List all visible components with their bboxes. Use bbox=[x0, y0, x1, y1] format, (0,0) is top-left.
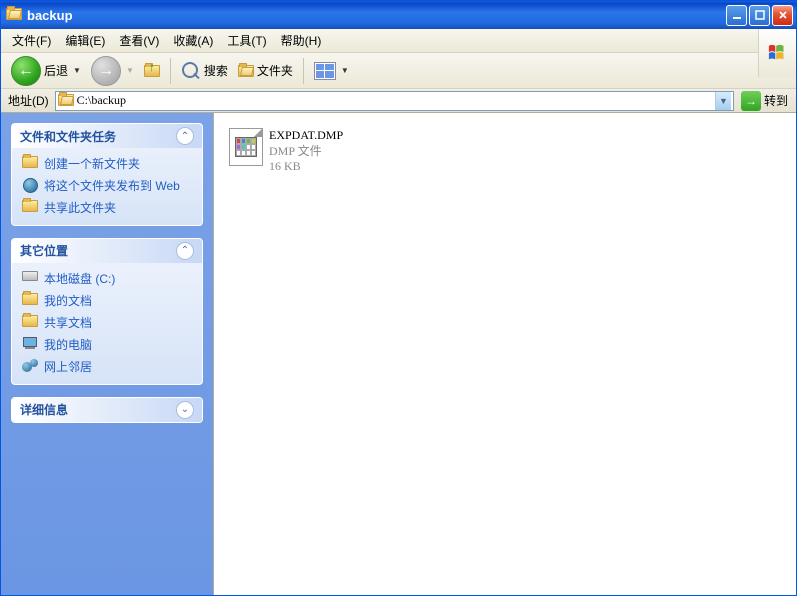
file-list-area[interactable]: EXPDAT.DMP DMP 文件 16 KB bbox=[213, 113, 796, 595]
up-button[interactable]: ↑ bbox=[140, 63, 164, 79]
back-icon: ← bbox=[11, 56, 41, 86]
panel-title: 文件和文件夹任务 bbox=[20, 128, 116, 145]
menu-bar: 文件(F) 编辑(E) 查看(V) 收藏(A) 工具(T) 帮助(H) bbox=[1, 29, 796, 53]
globe-icon bbox=[22, 178, 38, 193]
window-title: backup bbox=[27, 8, 726, 23]
maximize-button[interactable] bbox=[749, 5, 770, 26]
task-publish-web[interactable]: 将这个文件夹发布到 Web bbox=[22, 178, 192, 194]
panel-other-places: 其它位置 ⌃ 本地磁盘 (C:) 我的文档 共享文档 我的电脑 网上邻居 bbox=[11, 238, 203, 385]
drive-icon bbox=[22, 271, 38, 281]
task-label: 我的电脑 bbox=[44, 337, 92, 353]
task-label: 网上邻居 bbox=[44, 359, 92, 375]
back-button[interactable]: ← 后退 ▼ bbox=[7, 54, 85, 88]
collapse-icon: ⌃ bbox=[176, 127, 194, 145]
folder-icon bbox=[22, 315, 38, 327]
search-label: 搜索 bbox=[204, 62, 228, 79]
window-buttons bbox=[726, 5, 793, 26]
menu-tools[interactable]: 工具(T) bbox=[220, 30, 273, 51]
folder-icon bbox=[58, 94, 74, 108]
task-label: 共享此文件夹 bbox=[44, 200, 116, 216]
go-icon: → bbox=[741, 91, 761, 111]
chevron-down-icon: ▼ bbox=[73, 66, 81, 75]
folders-button[interactable]: 文件夹 bbox=[234, 60, 297, 81]
separator bbox=[303, 58, 304, 84]
panel-title: 详细信息 bbox=[20, 401, 68, 418]
file-item[interactable]: EXPDAT.DMP DMP 文件 16 KB bbox=[226, 125, 426, 178]
network-icon bbox=[22, 359, 38, 373]
address-bar: 地址(D) ▼ → 转到 bbox=[1, 89, 796, 113]
expand-icon: ⌄ bbox=[176, 401, 194, 419]
back-label: 后退 bbox=[44, 62, 68, 79]
task-label: 创建一个新文件夹 bbox=[44, 156, 140, 172]
folders-icon bbox=[238, 65, 254, 77]
task-label: 将这个文件夹发布到 Web bbox=[44, 178, 180, 194]
panel-body: 创建一个新文件夹 将这个文件夹发布到 Web 共享此文件夹 bbox=[12, 148, 202, 225]
panel-header[interactable]: 其它位置 ⌃ bbox=[12, 239, 202, 263]
folder-icon bbox=[22, 293, 38, 305]
task-label: 共享文档 bbox=[44, 315, 92, 331]
address-input[interactable] bbox=[77, 93, 715, 108]
panel-title: 其它位置 bbox=[20, 242, 68, 259]
search-icon bbox=[181, 61, 201, 81]
go-button[interactable]: → 转到 bbox=[737, 91, 792, 111]
panel-header[interactable]: 文件和文件夹任务 ⌃ bbox=[12, 124, 202, 148]
computer-icon bbox=[22, 337, 38, 349]
windows-flag-icon bbox=[758, 29, 796, 77]
search-button[interactable]: 搜索 bbox=[177, 59, 232, 83]
views-button[interactable]: ▼ bbox=[310, 60, 353, 82]
forward-button[interactable]: → ▼ bbox=[87, 54, 138, 88]
forward-icon: → bbox=[91, 56, 121, 86]
file-type: DMP 文件 bbox=[269, 144, 343, 160]
panel-file-tasks: 文件和文件夹任务 ⌃ 创建一个新文件夹 将这个文件夹发布到 Web 共享此文件夹 bbox=[11, 123, 203, 226]
task-new-folder[interactable]: 创建一个新文件夹 bbox=[22, 156, 192, 172]
task-label: 本地磁盘 (C:) bbox=[44, 271, 115, 287]
panel-header[interactable]: 详细信息 ⌄ bbox=[12, 398, 202, 422]
tasks-sidebar: 文件和文件夹任务 ⌃ 创建一个新文件夹 将这个文件夹发布到 Web 共享此文件夹… bbox=[1, 113, 213, 595]
menu-help[interactable]: 帮助(H) bbox=[274, 30, 329, 51]
file-name: EXPDAT.DMP bbox=[269, 128, 343, 144]
menu-file[interactable]: 文件(F) bbox=[5, 30, 58, 51]
views-icon bbox=[314, 62, 336, 80]
place-my-documents[interactable]: 我的文档 bbox=[22, 293, 192, 309]
chevron-down-icon: ▼ bbox=[126, 66, 134, 75]
close-button[interactable] bbox=[772, 5, 793, 26]
separator bbox=[170, 58, 171, 84]
panel-body: 本地磁盘 (C:) 我的文档 共享文档 我的电脑 网上邻居 bbox=[12, 263, 202, 384]
address-field-wrap: ▼ bbox=[55, 91, 734, 111]
task-share-folder[interactable]: 共享此文件夹 bbox=[22, 200, 192, 216]
place-my-computer[interactable]: 我的电脑 bbox=[22, 337, 192, 353]
file-size: 16 KB bbox=[269, 159, 343, 175]
menu-favorites[interactable]: 收藏(A) bbox=[166, 30, 220, 51]
panel-details: 详细信息 ⌄ bbox=[11, 397, 203, 423]
chevron-down-icon: ▼ bbox=[341, 66, 349, 75]
menu-edit[interactable]: 编辑(E) bbox=[58, 30, 112, 51]
task-label: 我的文档 bbox=[44, 293, 92, 309]
place-local-disk[interactable]: 本地磁盘 (C:) bbox=[22, 271, 192, 287]
folder-icon bbox=[6, 8, 22, 22]
new-folder-icon bbox=[22, 156, 38, 168]
place-network[interactable]: 网上邻居 bbox=[22, 359, 192, 375]
share-folder-icon bbox=[22, 200, 38, 212]
menu-view[interactable]: 查看(V) bbox=[112, 30, 166, 51]
address-dropdown-button[interactable]: ▼ bbox=[715, 92, 731, 110]
file-meta: EXPDAT.DMP DMP 文件 16 KB bbox=[269, 128, 343, 175]
minimize-button[interactable] bbox=[726, 5, 747, 26]
toolbar: ← 后退 ▼ → ▼ ↑ 搜索 文件夹 ▼ bbox=[1, 53, 796, 89]
go-label: 转到 bbox=[764, 92, 788, 109]
collapse-icon: ⌃ bbox=[176, 242, 194, 260]
main-area: 文件和文件夹任务 ⌃ 创建一个新文件夹 将这个文件夹发布到 Web 共享此文件夹… bbox=[1, 113, 796, 595]
address-label: 地址(D) bbox=[5, 92, 52, 109]
folder-up-icon: ↑ bbox=[144, 65, 160, 77]
dmp-file-icon bbox=[229, 128, 263, 166]
folders-label: 文件夹 bbox=[257, 62, 293, 79]
title-bar: backup bbox=[1, 1, 796, 29]
place-shared-docs[interactable]: 共享文档 bbox=[22, 315, 192, 331]
